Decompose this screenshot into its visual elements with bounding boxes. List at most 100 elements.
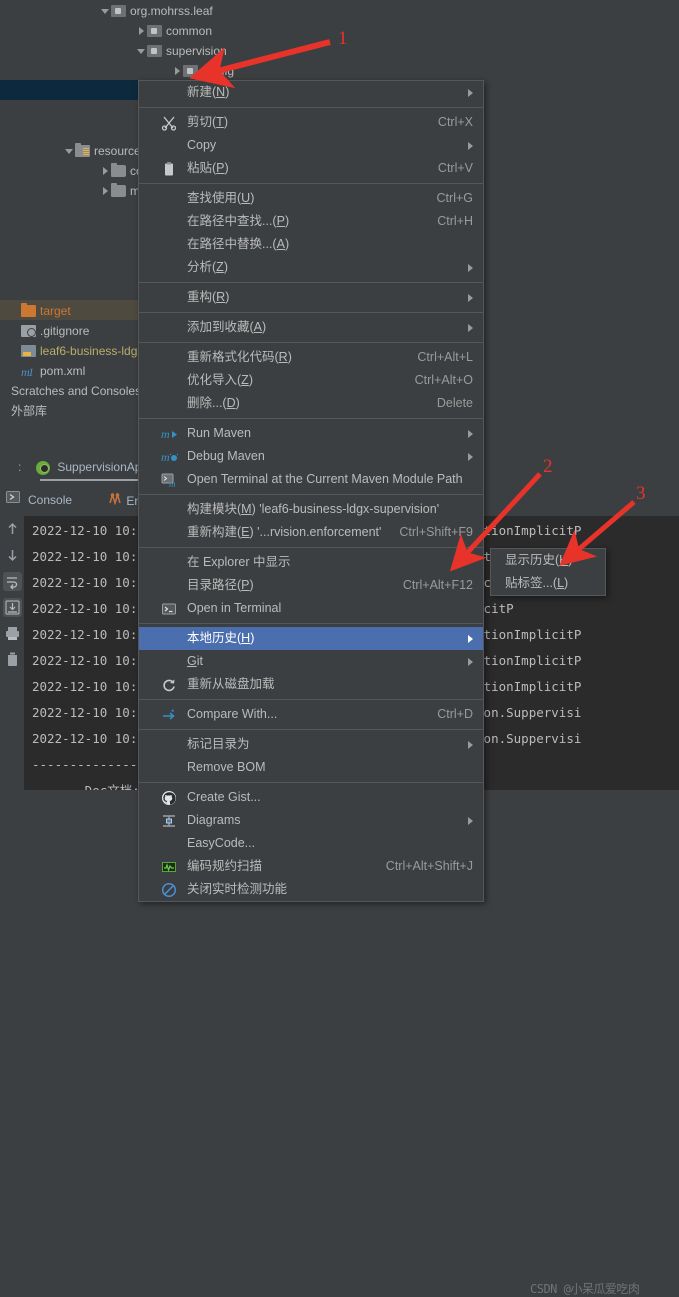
svg-text:m: m [161, 427, 170, 441]
github-icon [161, 790, 177, 806]
menu-item[interactable]: m Debug Maven [139, 445, 483, 468]
scroll-up-button[interactable] [3, 520, 22, 539]
diagram-icon [161, 813, 177, 829]
menu-item[interactable]: m Run Maven [139, 422, 483, 445]
scan-icon [161, 859, 177, 875]
menu-item[interactable]: m Open Terminal at the Current Maven Modu… [139, 468, 483, 491]
menu-item[interactable]: 在 Explorer 中显示 [139, 551, 483, 574]
menu-item-shortcut: Ctrl+V [437, 161, 473, 175]
menu-item-label: 构建模块(M) 'leaf6-business-ldgx-supervision… [187, 502, 440, 516]
context-menu[interactable]: 新建(N) 剪切(T) Ctrl+X Copy 粘贴(P) Ctrl+V 查找使用(U) Ct… [138, 80, 484, 902]
run-config-prefix: : [18, 460, 22, 474]
svg-text:m: m [161, 450, 170, 464]
menu-item-label: Copy [187, 138, 217, 152]
submenu-item[interactable]: 显示历史(H) [491, 549, 605, 572]
pkg-icon [111, 4, 126, 17]
menu-item[interactable]: 构建模块(M) 'leaf6-business-ldgx-supervision… [139, 498, 483, 521]
menu-item-label: Create Gist... [187, 790, 261, 804]
menu-item-label: 在 Explorer 中显示 [187, 555, 291, 569]
menu-item[interactable]: 粘贴(P) Ctrl+V [139, 157, 483, 180]
git-icon [21, 324, 36, 337]
menu-item-label: Git [187, 654, 203, 668]
menu-item[interactable]: 优化导入(Z) Ctrl+Alt+O [139, 369, 483, 392]
menu-item[interactable]: 标记目录为 [139, 733, 483, 756]
menu-item[interactable]: 分析(Z) [139, 256, 483, 279]
folder-icon [111, 182, 126, 197]
submenu-item[interactable]: 贴标签...(L) [491, 572, 605, 595]
folder-icon [111, 162, 126, 177]
menu-item-shortcut: Ctrl+Alt+O [414, 373, 473, 387]
tree-toggle-collapsed-icon[interactable] [172, 65, 183, 76]
menu-item[interactable]: 重新构建(E) '...rvision.enforcement' Ctrl+Shi… [139, 521, 483, 544]
menu-item-label: Run Maven [187, 426, 251, 440]
menu-item[interactable]: Diagrams [139, 809, 483, 832]
menu-item[interactable]: Open in Terminal [139, 597, 483, 620]
tree-item-label: common [166, 23, 213, 38]
tree-item-label: org.mohrss.leaf [130, 3, 213, 18]
menu-item[interactable]: 剪切(T) Ctrl+X [139, 111, 483, 134]
menu-item[interactable]: Create Gist... [139, 786, 483, 809]
maven-file-icon: m1 [21, 364, 36, 379]
pkg-icon [147, 44, 162, 57]
terminal-icon [161, 601, 177, 617]
menu-item-label: 查找使用(U) [187, 191, 255, 205]
console-log-line: Doc文档: [32, 778, 140, 790]
tree-toggle-collapsed-icon[interactable] [100, 165, 111, 176]
ide-window: org.mohrss.leafcommonsupervisionconfigen… [0, 0, 679, 1296]
chevron-right-icon [468, 430, 473, 438]
disable-icon [161, 882, 177, 898]
print-button[interactable] [3, 624, 22, 643]
tree-toggle-collapsed-icon[interactable] [136, 25, 147, 36]
menu-item[interactable]: 新建(N) [139, 81, 483, 104]
menu-item[interactable]: 编码规约扫描 Ctrl+Alt+Shift+J [139, 855, 483, 878]
tree-toggle-collapsed-icon[interactable] [100, 185, 111, 196]
menu-item[interactable]: 查找使用(U) Ctrl+G [139, 187, 483, 210]
console-expand-icon[interactable] [6, 488, 20, 512]
menu-item[interactable]: Remove BOM [139, 756, 483, 779]
menu-separator [139, 312, 483, 313]
local-history-submenu[interactable]: 显示历史(H) 贴标签...(L) [490, 548, 606, 596]
tree-item-label: pom.xml [40, 363, 86, 378]
tree-toggle-expanded-icon[interactable] [64, 145, 75, 156]
tab-console[interactable]: Console [28, 488, 72, 512]
menu-item[interactable]: 重新格式化代码(R) Ctrl+Alt+L [139, 346, 483, 369]
chevron-right-icon [468, 635, 473, 643]
tree-item[interactable]: common [0, 20, 420, 40]
tree-item[interactable]: config [0, 60, 420, 80]
menu-item[interactable]: 在路径中查找...(P) Ctrl+H [139, 210, 483, 233]
menu-item[interactable]: 在路径中替换...(A) [139, 233, 483, 256]
scroll-down-button[interactable] [3, 546, 22, 565]
menu-separator [139, 623, 483, 624]
menu-item[interactable]: Git [139, 650, 483, 673]
menu-item[interactable]: 重构(R) [139, 286, 483, 309]
soft-wrap-button[interactable] [3, 572, 22, 591]
menu-item[interactable]: 删除...(D) Delete [139, 392, 483, 415]
tree-toggle-expanded-icon[interactable] [136, 45, 147, 56]
menu-item[interactable]: 重新从磁盘加载 [139, 673, 483, 696]
tree-toggle-expanded-icon[interactable] [100, 5, 111, 16]
console-toolbar [0, 516, 24, 790]
tree-item-label: 外部库 [11, 403, 48, 418]
clear-all-button[interactable] [3, 650, 22, 669]
menu-separator [139, 494, 483, 495]
menu-item-shortcut: Ctrl+G [436, 191, 473, 205]
menu-item-shortcut: Ctrl+D [437, 707, 473, 721]
menu-item[interactable]: 添加到收藏(A) [139, 316, 483, 339]
menu-separator [139, 183, 483, 184]
menu-item-label: 删除...(D) [187, 396, 240, 410]
scroll-to-end-button[interactable] [3, 598, 22, 617]
menu-item[interactable]: 关闭实时检测功能 [139, 878, 483, 901]
menu-item-shortcut: Ctrl+Shift+F9 [399, 525, 473, 539]
menu-item-shortcut: Ctrl+Alt+L [417, 350, 473, 364]
menu-item[interactable]: Compare With... Ctrl+D [139, 703, 483, 726]
menu-item[interactable]: EasyCode... [139, 832, 483, 855]
tree-item-label: Scratches and Consoles [11, 383, 142, 398]
menu-item[interactable]: Copy [139, 134, 483, 157]
tree-item[interactable]: org.mohrss.leaf [0, 0, 420, 20]
menu-item[interactable]: 本地历史(H) [139, 627, 483, 650]
menu-item[interactable]: 目录路径(P) Ctrl+Alt+F12 [139, 574, 483, 597]
tree-item[interactable]: supervision [0, 40, 420, 60]
chevron-right-icon [468, 658, 473, 666]
tree-item-label: supervision [166, 43, 227, 58]
menu-item-shortcut: Delete [436, 396, 473, 410]
